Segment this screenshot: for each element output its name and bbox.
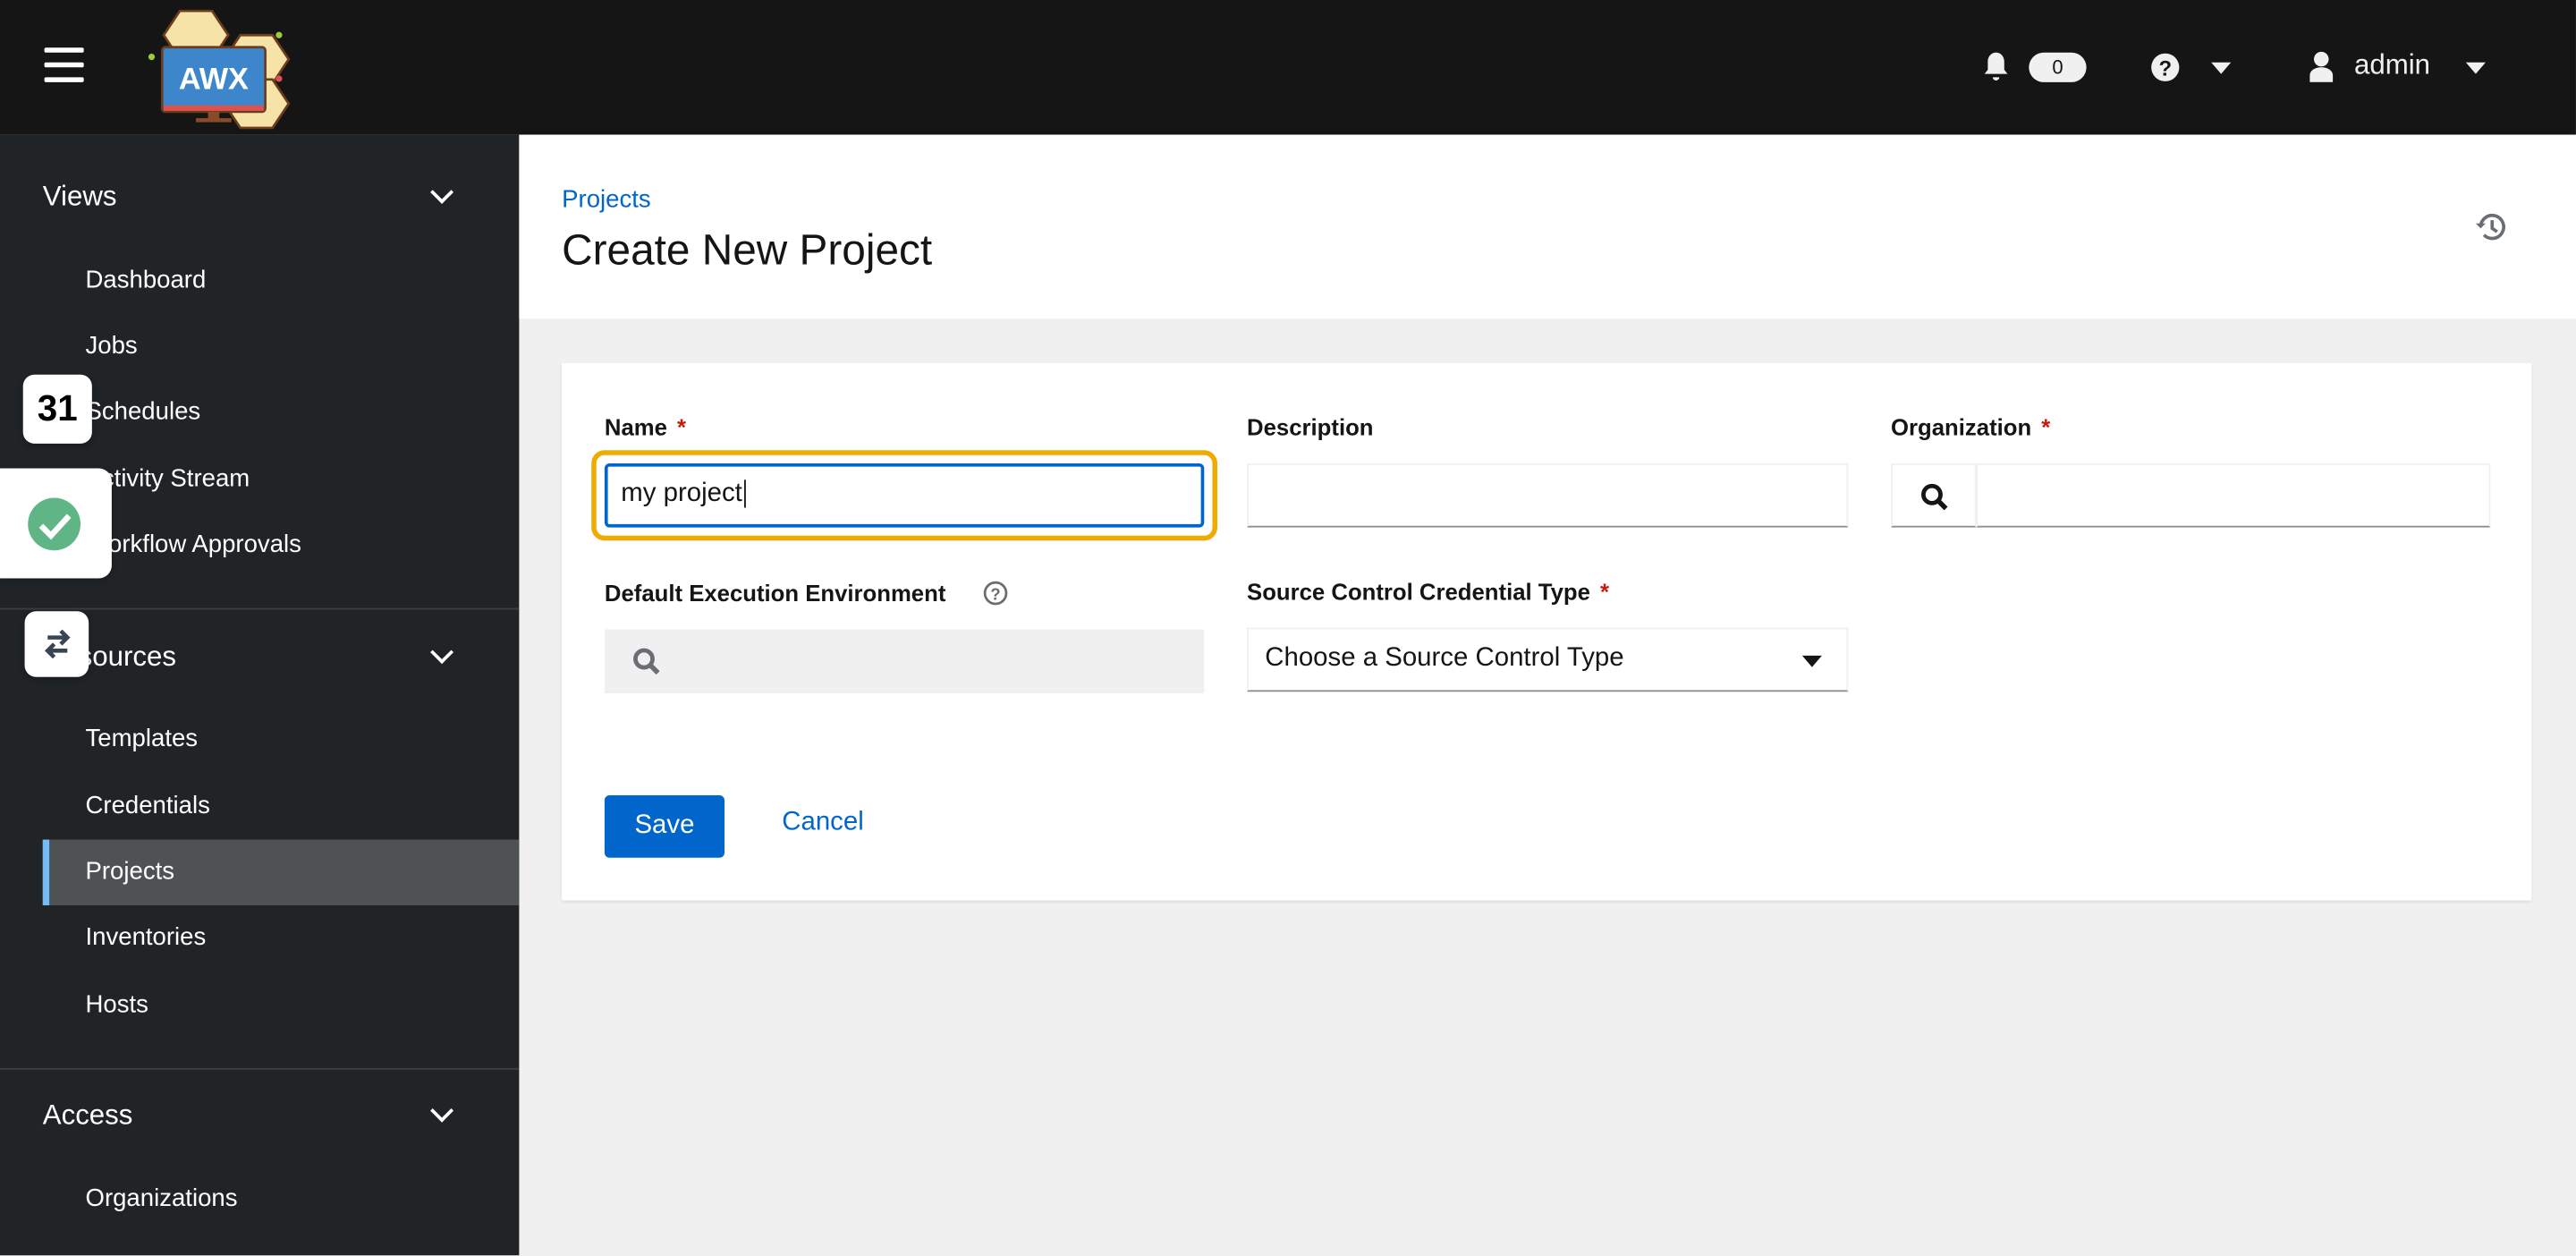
search-icon: [633, 648, 660, 675]
sidebar-item-credentials[interactable]: Credentials: [86, 792, 210, 819]
sidebar-item-templates[interactable]: Templates: [86, 725, 199, 752]
caret-down-icon: [1801, 655, 1822, 667]
sidebar-group-access[interactable]: Access: [43, 1099, 133, 1133]
awx-logo[interactable]: AWX: [131, 5, 309, 131]
organization-label: Organization *: [1891, 413, 2051, 441]
hamburger-menu-icon[interactable]: [44, 47, 84, 83]
name-input[interactable]: my project: [604, 463, 1205, 528]
sidebar-item-schedules[interactable]: Schedules: [86, 397, 201, 425]
check-circle-icon: [28, 497, 80, 551]
sidebar-item-inventories[interactable]: Inventories: [86, 923, 207, 951]
sidebar-item-workflow-approvals[interactable]: Workflow Approvals: [86, 530, 301, 558]
page-title: Create New Project: [562, 225, 933, 275]
execution-env-input[interactable]: [604, 629, 1205, 694]
svg-text:?: ?: [2158, 56, 2172, 81]
sidebar-divider: [0, 1067, 520, 1070]
sidebar-item-hosts[interactable]: Hosts: [86, 991, 148, 1019]
scm-type-select[interactable]: Choose a Source Control Type: [1247, 627, 1849, 692]
notification-count-badge[interactable]: 0: [2029, 52, 2087, 82]
top-navbar: AWX 0 ? admin: [0, 0, 2576, 135]
switch-widget[interactable]: [24, 611, 89, 677]
help-circle-icon[interactable]: ?: [982, 580, 1008, 606]
description-label: Description: [1247, 413, 1374, 441]
calendar-widget[interactable]: 31: [22, 374, 92, 444]
logo-text: AWX: [179, 63, 249, 97]
organization-lookup-button[interactable]: [1891, 463, 1977, 528]
description-input[interactable]: [1247, 463, 1849, 528]
execution-env-label: Default Execution Environment: [604, 580, 946, 607]
search-icon: [1921, 483, 1948, 511]
user-menu-toggle[interactable]: admin: [2354, 49, 2430, 82]
user-icon[interactable]: [2309, 51, 2334, 82]
cancel-button[interactable]: Cancel: [782, 809, 863, 838]
sidebar-item-projects[interactable]: Projects: [86, 858, 175, 886]
help-dropdown-caret-icon[interactable]: [2211, 62, 2232, 74]
svg-text:?: ?: [990, 584, 1000, 603]
save-button[interactable]: Save: [604, 794, 724, 858]
name-label: Name *: [604, 413, 686, 441]
sidebar-divider: [0, 607, 520, 610]
help-icon[interactable]: ?: [2150, 53, 2180, 82]
sidebar-item-jobs[interactable]: Jobs: [86, 332, 138, 360]
swap-arrows-icon: [45, 629, 71, 659]
organization-input[interactable]: [1976, 463, 2491, 528]
status-widget[interactable]: [0, 468, 112, 579]
sidebar-item-dashboard[interactable]: Dashboard: [86, 267, 207, 294]
history-icon[interactable]: [2474, 212, 2505, 242]
breadcrumb-projects[interactable]: Projects: [562, 186, 651, 214]
sidebar-item-organizations[interactable]: Organizations: [86, 1184, 238, 1212]
user-dropdown-caret-icon[interactable]: [2465, 62, 2486, 74]
sidebar: [0, 134, 520, 1256]
sidebar-group-views[interactable]: Views: [43, 181, 117, 214]
bell-icon[interactable]: [1983, 51, 2009, 82]
scm-type-label: Source Control Credential Type *: [1247, 578, 1609, 605]
